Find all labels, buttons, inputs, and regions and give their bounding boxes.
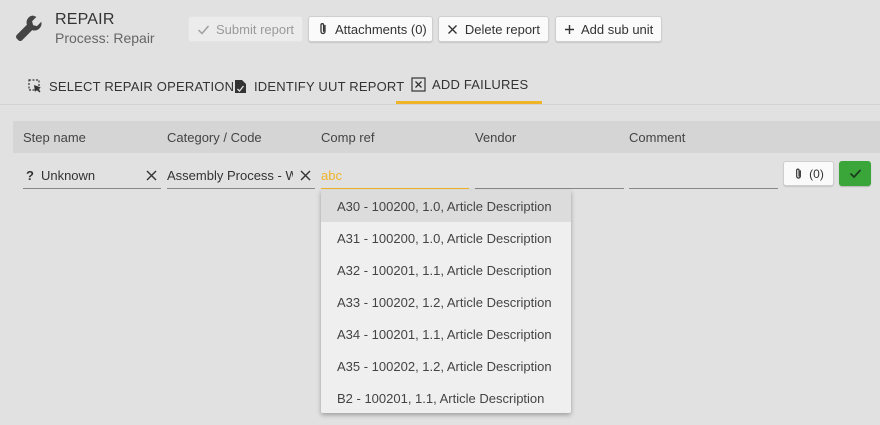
- comment-field[interactable]: [629, 163, 778, 189]
- attachments-button[interactable]: Attachments (0): [308, 16, 433, 42]
- tab-add-failures[interactable]: ADD FAILURES: [396, 68, 543, 104]
- paperclip-icon: [793, 167, 804, 181]
- submit-report-button[interactable]: Submit report: [188, 16, 303, 42]
- failure-x-icon: [410, 77, 426, 93]
- question-mark-icon: ?: [26, 168, 34, 183]
- category-code-field[interactable]: Assembly Process - Wr: [167, 163, 315, 189]
- tab-select-repair-operation[interactable]: SELECT REPAIR OPERATION: [13, 68, 248, 104]
- vendor-field[interactable]: [475, 163, 624, 189]
- step-name-value: Unknown: [40, 168, 96, 183]
- dropdown-option[interactable]: A33 - 100202, 1.2, Article Description: [321, 286, 571, 318]
- add-sub-unit-label: Add sub unit: [581, 21, 654, 37]
- column-comp-ref: Comp ref: [321, 130, 375, 145]
- plus-icon: [564, 22, 575, 36]
- dropdown-option[interactable]: B2 - 100201, 1.1, Article Description: [321, 382, 571, 414]
- comp-ref-field[interactable]: [321, 163, 469, 189]
- tab-divider: [0, 104, 880, 105]
- comp-ref-dropdown: A30 - 100200, 1.0, Article Description A…: [321, 190, 571, 413]
- dropdown-option[interactable]: A31 - 100200, 1.0, Article Description: [321, 222, 571, 254]
- close-icon[interactable]: [145, 169, 159, 183]
- add-sub-unit-button[interactable]: Add sub unit: [555, 16, 662, 42]
- column-category-code: Category / Code: [167, 130, 262, 145]
- check-icon: [197, 22, 210, 36]
- column-vendor: Vendor: [475, 130, 517, 145]
- select-cursor-icon: [27, 78, 43, 94]
- comp-ref-input[interactable]: [321, 168, 469, 183]
- process-subtitle: Process: Repair: [55, 30, 155, 46]
- submit-report-label: Submit report: [216, 21, 295, 37]
- check-icon: [849, 168, 862, 179]
- tab-label: ADD FAILURES: [432, 77, 529, 92]
- step-name-field[interactable]: ? Unknown: [23, 163, 161, 189]
- document-icon: [232, 78, 248, 94]
- delete-report-button[interactable]: Delete report: [438, 16, 549, 42]
- row-attachments-button[interactable]: (0): [783, 161, 834, 186]
- close-icon: [447, 22, 459, 36]
- dropdown-option[interactable]: A30 - 100200, 1.0, Article Description: [321, 190, 571, 222]
- tab-identify-uut-report[interactable]: IDENTIFY UUT REPORT: [218, 68, 418, 104]
- column-step-name: Step name: [23, 130, 86, 145]
- column-comment: Comment: [629, 130, 686, 145]
- delete-report-label: Delete report: [464, 21, 540, 37]
- confirm-button[interactable]: [839, 161, 871, 186]
- close-icon[interactable]: [299, 169, 313, 183]
- dropdown-option[interactable]: A35 - 100202, 1.2, Article Description: [321, 350, 571, 382]
- paperclip-icon: [317, 22, 329, 36]
- table-header: Step name Category / Code Comp ref Vendo…: [13, 121, 880, 153]
- page-title: REPAIR: [55, 11, 115, 28]
- dropdown-option[interactable]: A34 - 100201, 1.1, Article Description: [321, 318, 571, 350]
- tab-label: IDENTIFY UUT REPORT: [254, 78, 405, 94]
- dropdown-option[interactable]: A32 - 100201, 1.1, Article Description: [321, 254, 571, 286]
- category-value: Assembly Process - Wr: [167, 168, 293, 183]
- wrench-icon: [13, 12, 45, 44]
- attach-count: (0): [809, 166, 824, 181]
- attachments-label: Attachments (0): [335, 21, 427, 37]
- tab-label: SELECT REPAIR OPERATION: [49, 78, 235, 94]
